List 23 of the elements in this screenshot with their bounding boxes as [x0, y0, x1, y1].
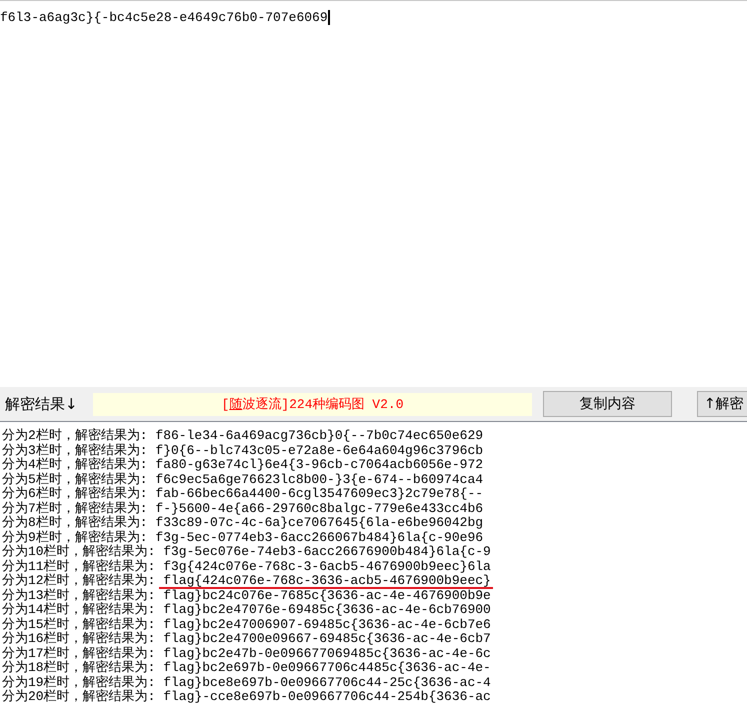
result-line: 分为7栏时，解密结果为: f-}5600-4e{a66-29760c8balgc-779e6e433cc4b6	[2, 502, 484, 516]
result-line: 分为12栏时，解密结果为: flag{424c076e-768c-3636-acb5-4676900b9eec}	[2, 574, 491, 588]
app-title-banner: [随波逐流]224种编码图 V2.0	[93, 392, 532, 416]
result-line: 分为14栏时，解密结果为: flag}bc2e47076e-69485c{3636-ac-4e-6cb76900	[2, 603, 491, 617]
result-line: 分为17栏时，解密结果为: flag}bc2e47b-0e096677069485c{3636-ac-4e-6c	[2, 646, 491, 660]
result-line: 分为3栏时，解密结果为: f}0{6--blc743c05-e72a8e-6e64a604g96c3796cb	[2, 444, 484, 458]
decrypt-button[interactable]: ↑解密	[697, 391, 747, 417]
result-line: 分为15栏时，解密结果为: flag}bc2e47006907-69485c{3636-ac-4e-6cb7e6	[2, 618, 491, 632]
results-label: 解密结果↓	[5, 394, 79, 414]
result-line: 分为4栏时，解密结果为: fa80-g63e74cl}6e4{3-96cb-c7064acb6056e-972	[2, 458, 484, 472]
result-line: 分为18栏时，解密结果为: flag}bc2e697b-0e09667706c4485c{3636-ac-4e-	[2, 661, 491, 675]
result-line: 分为20栏时，解密结果为: flag}-cce8e697b-0e09667706c44-254b{3636-ac	[2, 690, 491, 704]
result-line: 分为19栏时，解密结果为: flag}bce8e697b-0e09667706c44-25c{3636-ac-4	[2, 676, 491, 690]
result-line: 分为5栏时，解密结果为: f6c9ec5a6ge76623lc8b00-}3{e-674--b60974ca4	[2, 472, 484, 486]
copy-button[interactable]: 复制内容	[543, 391, 672, 417]
result-line: 分为16栏时，解密结果为: flag}bc2e4700e09667-69485c{3636-ac-4e-6cb7	[2, 632, 491, 646]
result-line: 分为11栏时，解密结果为: f3g{424c076e-768c-3-6acb5-4676900b9eec}6la	[2, 560, 491, 574]
result-line: 分为9栏时，解密结果为: f3g-5ec-0774eb3-6acc266067b484}6la{c-90e96	[2, 530, 484, 544]
result-line: 分为10栏时，解密结果为: f3g-5ec076e-74eb3-6acc26676900b484}6la{c-9	[2, 545, 491, 559]
result-line: 分为6栏时，解密结果为: fab-66bec66a4400-6cgl3547609ec3}2c79e78{--	[2, 487, 484, 501]
result-line: 分为13栏时，解密结果为: flag}bc24c076e-7685c{3636-ac-4e-4676900b9e	[2, 588, 491, 602]
result-line: 分为8栏时，解密结果为: f33c89-07c-4c-6a}ce7067645{6la-e6be96042bg	[2, 516, 484, 530]
result-line: 分为2栏时，解密结果为: f86-le34-6a469acg736cb}0{--7b0c74ec650e629	[2, 429, 484, 443]
